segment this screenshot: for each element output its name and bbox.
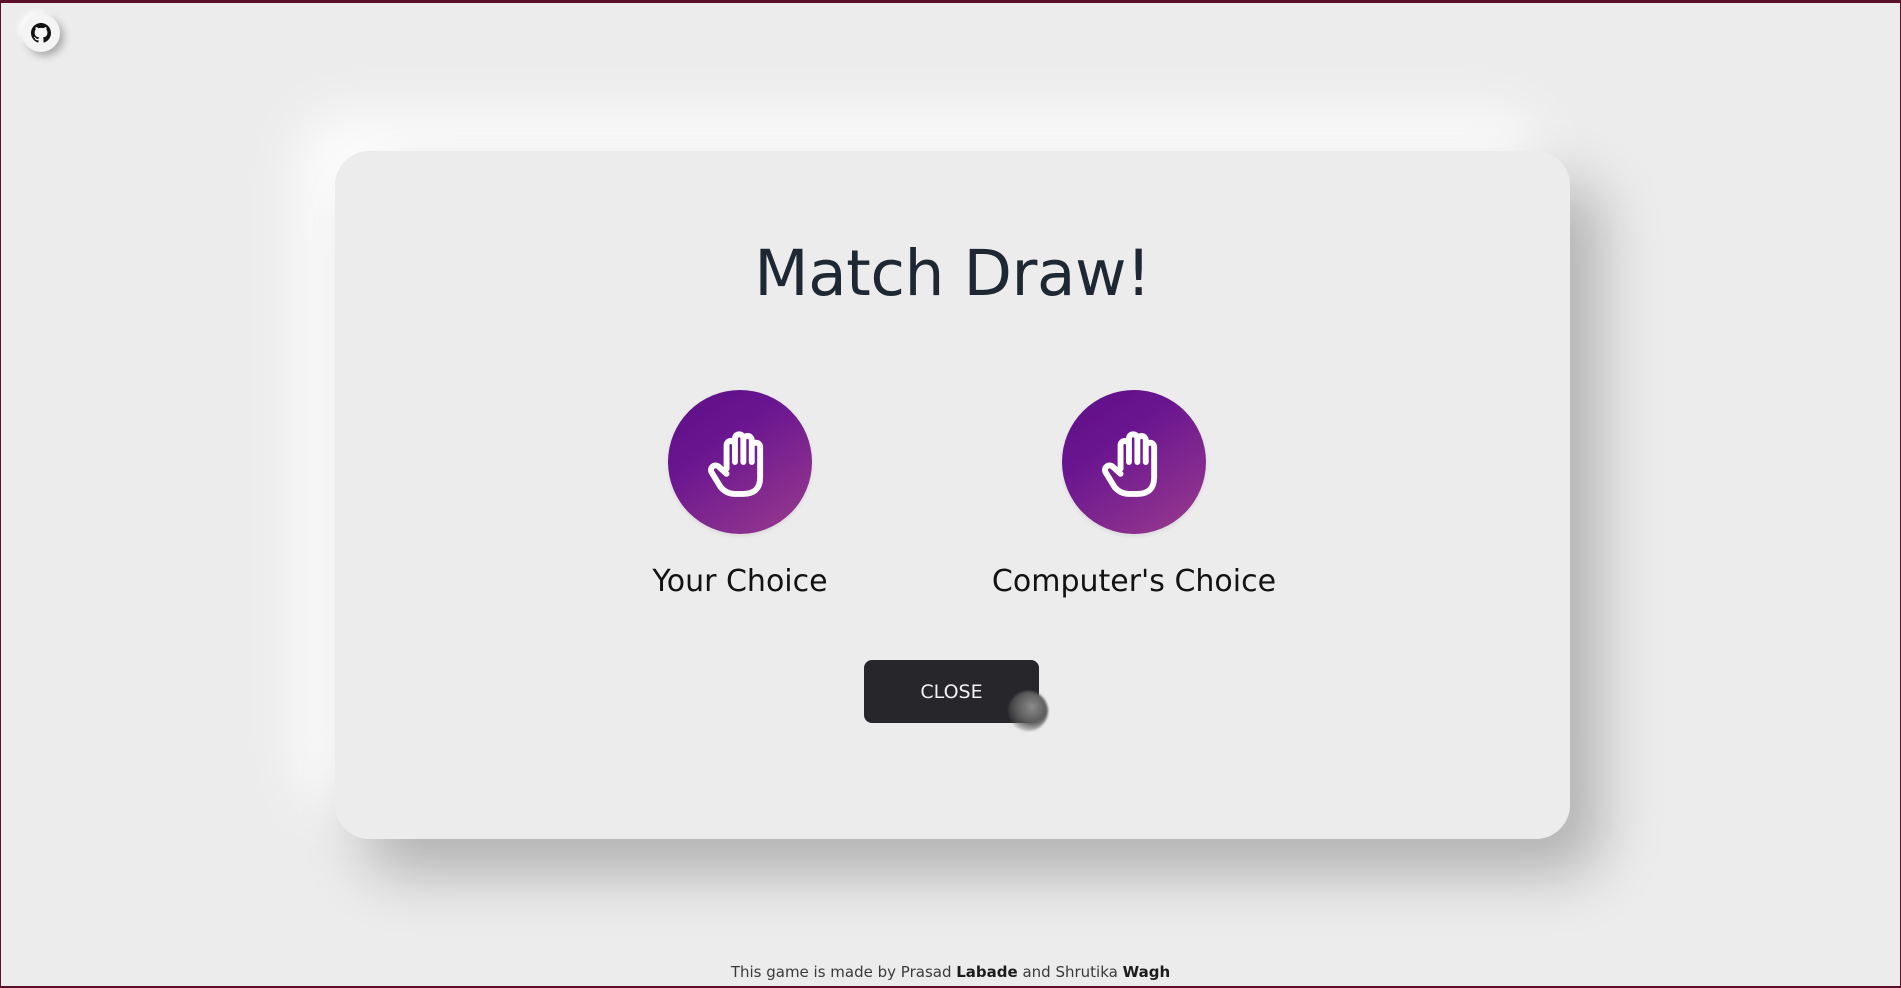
github-icon: [31, 23, 51, 43]
author-link-shrutika[interactable]: Shrutika Wagh: [1055, 963, 1170, 981]
author2-first: Shrutika: [1055, 963, 1118, 981]
hand-paper-icon: [1102, 431, 1158, 497]
hand-paper-icon: [708, 431, 764, 497]
author1-first: Prasad: [900, 963, 952, 981]
footer-joiner: and: [1017, 963, 1056, 981]
result-title: Match Draw!: [754, 237, 1151, 310]
user-choice-label: Your Choice: [652, 564, 828, 599]
cursor-shadow: [1008, 691, 1048, 731]
user-choice-circle: [668, 390, 812, 534]
computer-choice-label: Computer's Choice: [991, 564, 1277, 599]
author1-last: Labade: [956, 963, 1018, 981]
footer-credits: This game is made by Prasad Labade and S…: [0, 963, 1901, 981]
author2-last: Wagh: [1122, 963, 1171, 981]
footer-prefix: This game is made by: [730, 963, 901, 981]
computer-choice-circle: [1062, 390, 1206, 534]
computer-choice: Computer's Choice: [969, 390, 1299, 599]
github-link-button[interactable]: [22, 14, 60, 52]
author-link-prasad[interactable]: Prasad Labade: [901, 963, 1018, 981]
user-choice: Your Choice: [575, 390, 905, 599]
result-modal: Match Draw! Your Choice Computer's Choic…: [335, 151, 1570, 839]
